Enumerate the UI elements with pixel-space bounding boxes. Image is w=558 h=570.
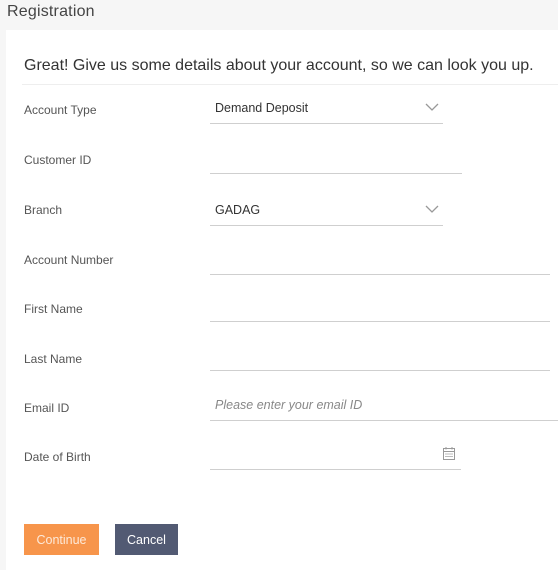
email-id-label: Email ID bbox=[24, 401, 70, 415]
date-of-birth-label: Date of Birth bbox=[24, 450, 91, 464]
cancel-button[interactable]: Cancel bbox=[115, 524, 178, 555]
account-type-label: Account Type bbox=[24, 103, 97, 117]
page-title: Registration bbox=[7, 3, 95, 20]
account-number-input[interactable] bbox=[210, 247, 550, 275]
form-intro-text: Great! Give us some details about your a… bbox=[24, 57, 534, 74]
email-id-input[interactable]: Please enter your email ID bbox=[210, 393, 558, 421]
calendar-icon[interactable] bbox=[443, 447, 455, 460]
branch-label: Branch bbox=[24, 203, 63, 217]
last-name-input[interactable] bbox=[210, 343, 550, 371]
branch-select[interactable]: GADAG bbox=[210, 198, 443, 226]
email-id-placeholder: Please enter your email ID bbox=[215, 398, 363, 412]
customer-id-input[interactable] bbox=[210, 146, 462, 174]
chevron-down-icon[interactable] bbox=[425, 103, 439, 112]
branch-value: GADAG bbox=[215, 203, 261, 217]
first-name-label: First Name bbox=[24, 302, 83, 316]
account-type-value: Demand Deposit bbox=[215, 101, 309, 115]
customer-id-label: Customer ID bbox=[24, 153, 92, 167]
chevron-down-icon[interactable] bbox=[425, 205, 439, 214]
intro-divider bbox=[22, 84, 558, 85]
account-number-label: Account Number bbox=[24, 253, 114, 267]
first-name-input[interactable] bbox=[210, 294, 550, 322]
last-name-label: Last Name bbox=[24, 352, 83, 366]
date-of-birth-input[interactable] bbox=[210, 442, 461, 470]
continue-button[interactable]: Continue bbox=[24, 524, 99, 555]
account-type-select[interactable]: Demand Deposit bbox=[210, 96, 443, 124]
